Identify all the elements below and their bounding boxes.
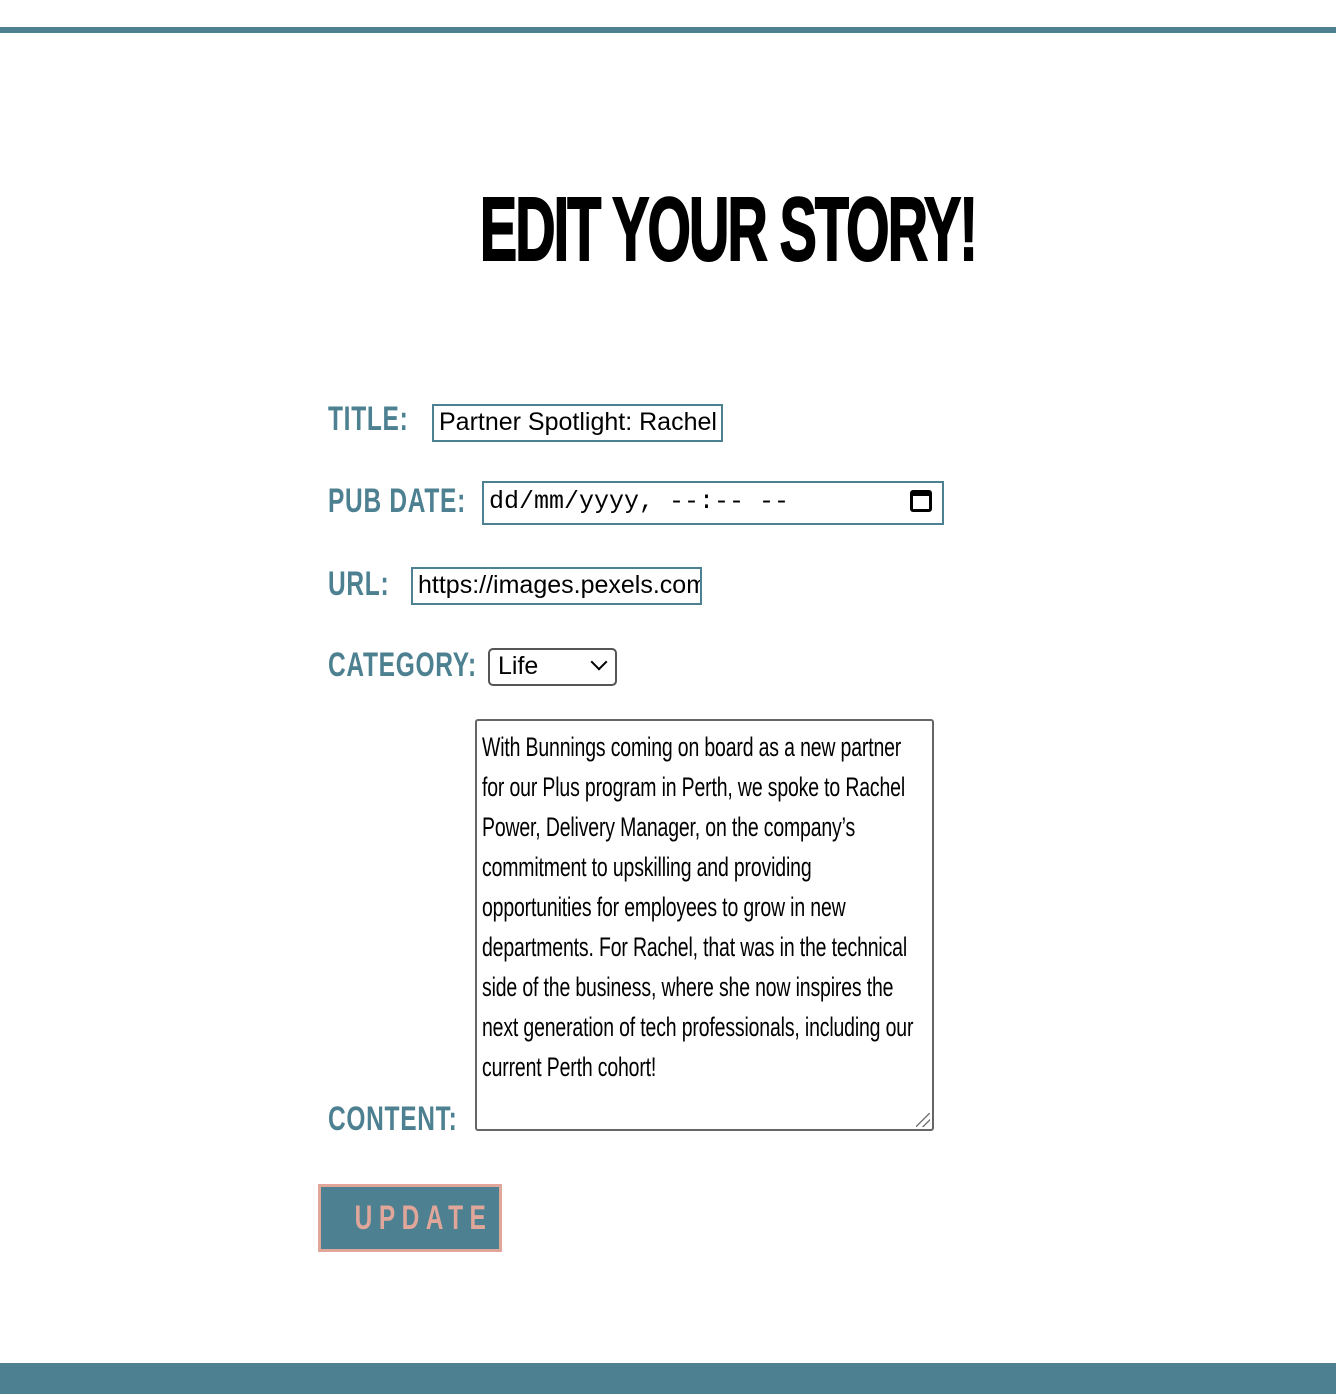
chevron-down-icon <box>590 653 608 671</box>
category-select[interactable]: Life <box>488 648 617 686</box>
bottom-accent-bar <box>0 1363 1336 1394</box>
title-input-value: Partner Spotlight: Rachel <box>439 408 717 436</box>
category-label: Category: <box>328 646 477 684</box>
page-title: Edit your story! <box>479 179 978 281</box>
calendar-icon[interactable] <box>910 490 932 512</box>
content-text: With Bunnings coming on board as a new p… <box>482 732 914 1082</box>
url-label: URL: <box>328 565 390 603</box>
top-accent-bar <box>0 27 1336 33</box>
content-label: Content: <box>328 1100 458 1138</box>
pub-date-placeholder: dd/mm/yyyy, --:-- -- <box>489 487 790 516</box>
url-input[interactable]: https://images.pexels.com <box>411 567 702 605</box>
title-label: Title: <box>328 400 409 438</box>
pub-date-label: Pub Date: <box>328 482 466 520</box>
content-textarea[interactable]: With Bunnings coming on board as a new p… <box>475 719 934 1131</box>
url-input-value: https://images.pexels.com <box>418 571 702 599</box>
resize-handle-icon[interactable] <box>916 1113 930 1127</box>
update-button-label: Update <box>354 1199 493 1237</box>
category-selected-value: Life <box>498 652 539 680</box>
update-button[interactable]: Update <box>318 1184 502 1252</box>
title-input[interactable]: Partner Spotlight: Rachel <box>432 404 723 442</box>
pub-date-input[interactable]: dd/mm/yyyy, --:-- -- <box>482 481 944 525</box>
